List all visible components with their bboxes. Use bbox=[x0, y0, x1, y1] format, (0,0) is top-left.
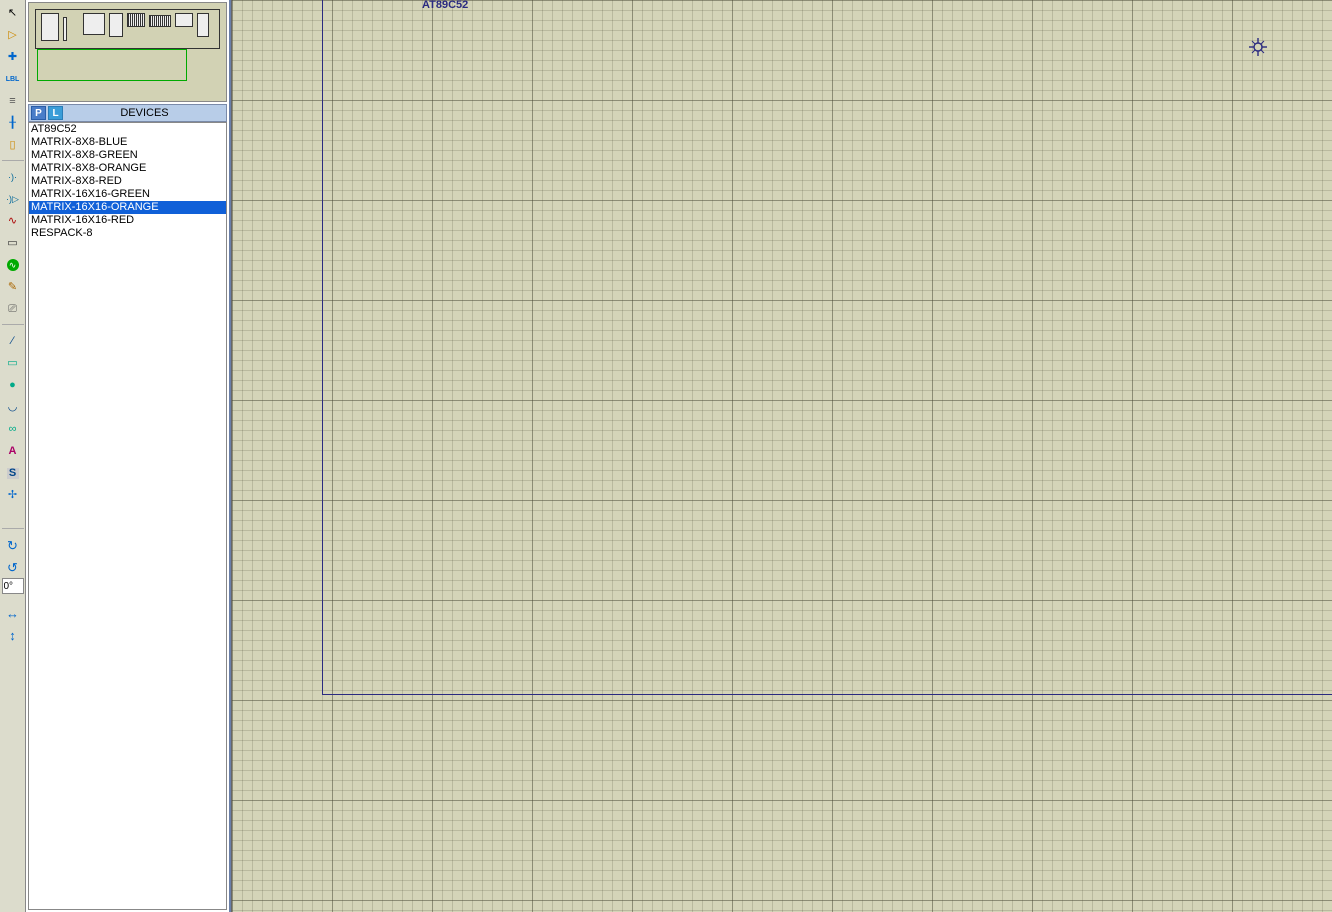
grid-background bbox=[232, 0, 1332, 912]
sheet-border-vertical bbox=[322, 0, 323, 695]
tool-label[interactable]: LBL bbox=[2, 69, 24, 89]
side-panel: P L DEVICES AT89C52MATRIX-8X8-BLUEMATRIX… bbox=[26, 0, 231, 912]
rotate-cw[interactable]: ↻ bbox=[2, 535, 24, 555]
tool-origin[interactable]: ✢ bbox=[2, 485, 24, 505]
component-label: AT89C52 bbox=[422, 0, 468, 11]
device-item[interactable]: RESPACK-8 bbox=[29, 227, 226, 240]
flip-horizontal[interactable]: ↔ bbox=[2, 603, 24, 623]
devices-title: DEVICES bbox=[63, 107, 226, 119]
tool-tape[interactable]: ▭ bbox=[2, 233, 24, 253]
libraries-button[interactable]: L bbox=[48, 106, 63, 120]
tool-junction[interactable]: ✚ bbox=[2, 47, 24, 67]
sheet-border-horizontal bbox=[322, 694, 1332, 695]
device-item[interactable]: MATRIX-16X16-GREEN bbox=[29, 188, 226, 201]
tool-bus[interactable]: ╂ bbox=[2, 113, 24, 133]
tool-generator[interactable]: ∿ bbox=[2, 255, 24, 275]
rotate-ccw[interactable]: ↺ bbox=[2, 557, 24, 577]
tool-rect[interactable]: ▭ bbox=[2, 353, 24, 373]
overview-minimap[interactable] bbox=[28, 2, 227, 102]
device-item[interactable]: MATRIX-16X16-ORANGE bbox=[29, 201, 226, 214]
tool-select[interactable]: ↖ bbox=[2, 3, 24, 23]
device-item[interactable]: MATRIX-8X8-RED bbox=[29, 175, 226, 188]
schematic-canvas[interactable]: AT89C52 bbox=[231, 0, 1332, 912]
tool-component[interactable]: ▷ bbox=[2, 25, 24, 45]
rotate-angle-input[interactable] bbox=[2, 578, 24, 594]
tool-terminal[interactable]: ·)· bbox=[2, 167, 24, 187]
tool-subcircuit[interactable]: ▯ bbox=[2, 135, 24, 155]
tool-circle[interactable]: ● bbox=[2, 375, 24, 395]
device-item[interactable]: MATRIX-8X8-BLUE bbox=[29, 136, 226, 149]
tool-probe[interactable]: ✎ bbox=[2, 277, 24, 297]
tool-symbol[interactable]: S bbox=[2, 463, 24, 483]
tool-pin[interactable]: ·)▷ bbox=[2, 189, 24, 209]
flip-vertical[interactable]: ↕ bbox=[2, 625, 24, 645]
tool-arc[interactable]: ◡ bbox=[2, 397, 24, 417]
device-item[interactable]: MATRIX-8X8-ORANGE bbox=[29, 162, 226, 175]
tool-line[interactable]: ∕ bbox=[2, 331, 24, 351]
device-list[interactable]: AT89C52MATRIX-8X8-BLUEMATRIX-8X8-GREENMA… bbox=[28, 122, 227, 910]
tool-graph[interactable]: ∿ bbox=[2, 211, 24, 231]
device-item[interactable]: AT89C52 bbox=[29, 123, 226, 136]
devices-header: P L DEVICES bbox=[28, 104, 227, 122]
device-item[interactable]: MATRIX-16X16-RED bbox=[29, 214, 226, 227]
device-item[interactable]: MATRIX-8X8-GREEN bbox=[29, 149, 226, 162]
left-toolbar: ↖ ▷ ✚ LBL ≡ ╂ ▯ ·)· ·)▷ ∿ ▭ ∿ ✎ ⎚ ∕ ▭ ● … bbox=[0, 0, 26, 912]
tool-text[interactable]: A bbox=[2, 441, 24, 461]
origin-crosshair-icon bbox=[1249, 38, 1267, 56]
tool-path[interactable]: ∞ bbox=[2, 419, 24, 439]
pick-devices-button[interactable]: P bbox=[31, 106, 46, 120]
tool-instrument[interactable]: ⎚ bbox=[2, 299, 24, 319]
tool-script[interactable]: ≡ bbox=[2, 91, 24, 111]
